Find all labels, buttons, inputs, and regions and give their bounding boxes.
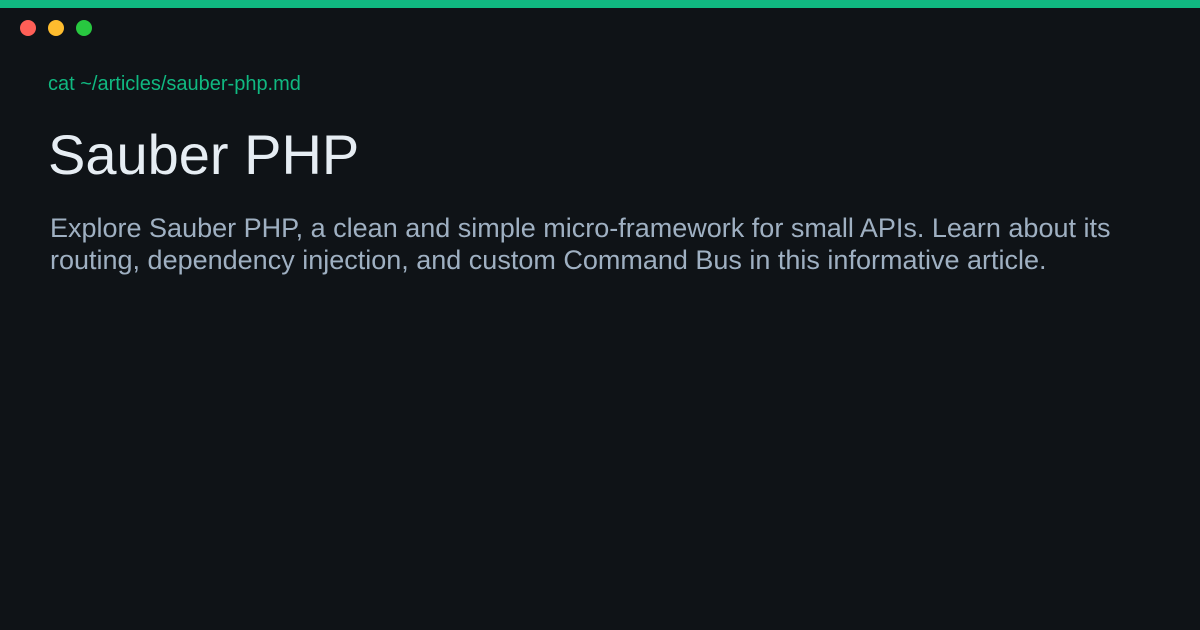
maximize-window-icon xyxy=(76,20,92,36)
minimize-window-icon xyxy=(48,20,64,36)
article-title: Sauber PHP xyxy=(48,123,360,186)
close-window-icon xyxy=(20,20,36,36)
window-controls xyxy=(20,20,92,36)
article-description: Explore Sauber PHP, a clean and simple m… xyxy=(50,213,1111,275)
article-preview-card: cat ~/articles/sauber-php.md Sauber PHP … xyxy=(0,0,1200,630)
terminal-command: cat ~/articles/sauber-php.md xyxy=(48,73,301,95)
